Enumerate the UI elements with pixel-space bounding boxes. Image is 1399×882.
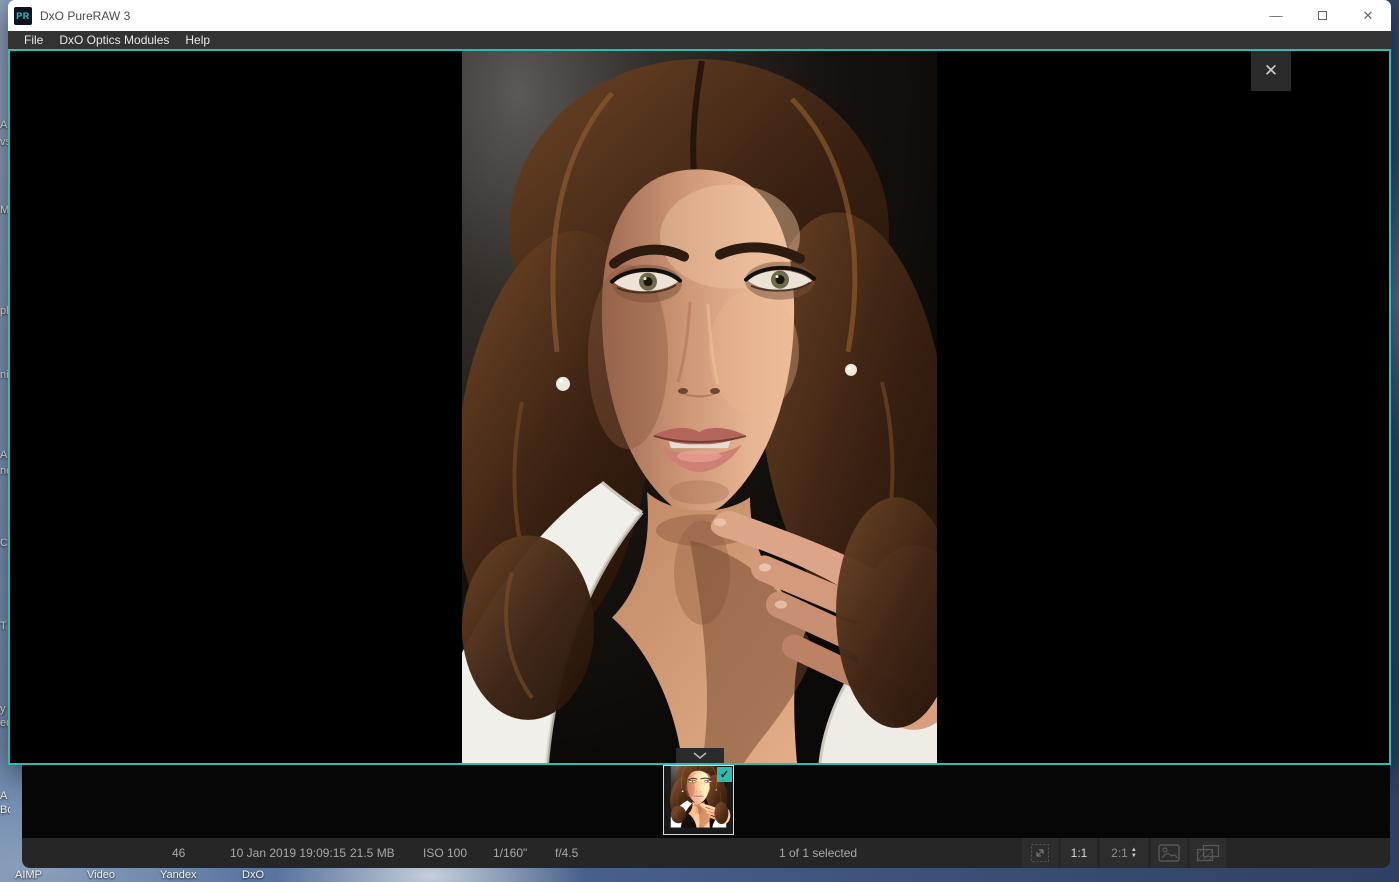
desktop-icon-label-yandex: Yandex bbox=[160, 869, 197, 881]
file-size: 21.5 MB bbox=[350, 846, 395, 860]
photo-preview[interactable] bbox=[462, 51, 937, 763]
iso-value: ISO 100 bbox=[423, 846, 467, 860]
close-window-button[interactable]: ✕ bbox=[1345, 0, 1391, 31]
menu-help[interactable]: Help bbox=[177, 31, 218, 49]
portrait-photo bbox=[462, 51, 937, 763]
stepper-down-icon[interactable]: ▼ bbox=[1131, 853, 1137, 859]
zoom-fit-button[interactable] bbox=[1022, 838, 1058, 868]
thumbnail-selected-checkbox[interactable]: ✓ bbox=[717, 767, 732, 782]
compare-images-icon bbox=[1196, 844, 1220, 862]
photo-index: 46 bbox=[172, 846, 185, 860]
window-title: DxO PureRAW 3 bbox=[40, 9, 130, 23]
filmstrip: ✓ bbox=[22, 765, 1390, 838]
zoom-level-value: 2:1 bbox=[1111, 846, 1128, 860]
desktop-icon-label-video: Video bbox=[87, 869, 115, 881]
zoom-level-stepper[interactable]: 2:1 ▲ ▼ bbox=[1100, 838, 1148, 868]
selection-count: 1 of 1 selected bbox=[779, 846, 857, 860]
fit-to-screen-icon bbox=[1030, 843, 1050, 863]
capture-datetime: 10 Jan 2019 19:09:15 bbox=[230, 846, 346, 860]
thumbnail-item[interactable]: ✓ bbox=[663, 765, 734, 835]
minimize-button[interactable]: — bbox=[1253, 0, 1299, 31]
desktop-icon-label-aimp: AIMP bbox=[15, 869, 42, 881]
titlebar: PR DxO PureRAW 3 — ✕ bbox=[8, 0, 1391, 31]
chevron-down-icon bbox=[693, 752, 707, 759]
app-logo-icon: PR bbox=[14, 7, 32, 25]
menu-dxo-optics-modules[interactable]: DxO Optics Modules bbox=[51, 31, 177, 49]
lower-panel: ✓ 46 10 Jan 2019 19:09:15 21.5 MB ISO 10… bbox=[22, 765, 1390, 868]
maximize-button[interactable] bbox=[1299, 0, 1345, 31]
desktop-icon-label-fragment: Bo bbox=[0, 804, 10, 817]
screen: A vs M pl ni A no C T y ed A Bo AIMP Vid… bbox=[0, 0, 1399, 882]
shutter-speed: 1/160" bbox=[493, 846, 527, 860]
image-icon bbox=[1158, 844, 1180, 862]
desktop-icon-label-dxo: DxO bbox=[242, 869, 264, 881]
menubar: File DxO Optics Modules Help bbox=[8, 31, 1391, 49]
aperture-value: f/4.5 bbox=[555, 846, 578, 860]
menu-file[interactable]: File bbox=[16, 31, 51, 49]
statusbar: 46 10 Jan 2019 19:09:15 21.5 MB ISO 100 … bbox=[22, 838, 1390, 868]
collapse-filmstrip-button[interactable] bbox=[676, 748, 724, 763]
window-controls: — ✕ bbox=[1253, 0, 1391, 31]
zoom-100-button[interactable]: 1:1 bbox=[1061, 838, 1097, 868]
desktop-icon-label-fragment: A bbox=[0, 790, 10, 803]
maximize-icon bbox=[1318, 11, 1327, 20]
stepper-arrows[interactable]: ▲ ▼ bbox=[1131, 847, 1137, 859]
preview-toggle-button[interactable] bbox=[1151, 838, 1187, 868]
zoom-100-label: 1:1 bbox=[1071, 846, 1088, 860]
image-viewer: ✕ bbox=[8, 49, 1391, 765]
app-window: PR DxO PureRAW 3 — ✕ File DxO Optics Mod… bbox=[8, 0, 1391, 765]
compare-button[interactable] bbox=[1190, 838, 1226, 868]
close-viewer-button[interactable]: ✕ bbox=[1251, 51, 1291, 91]
